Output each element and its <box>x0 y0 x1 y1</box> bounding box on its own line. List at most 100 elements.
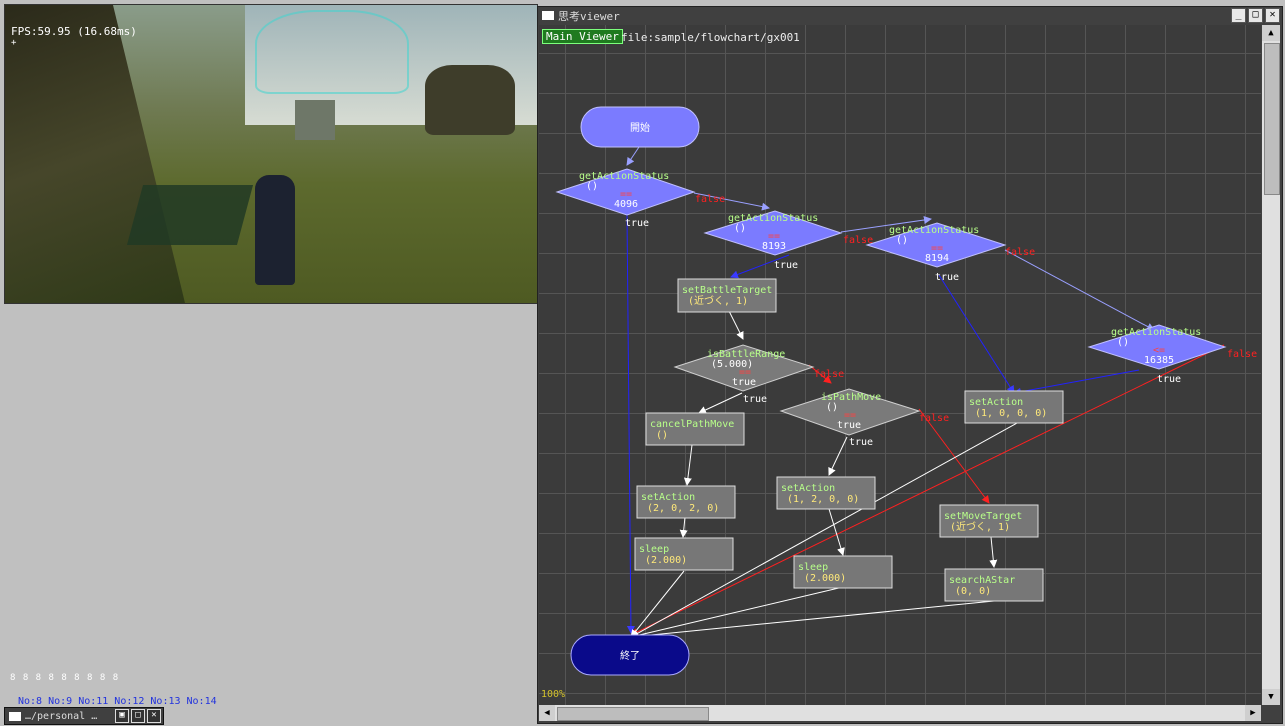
action-args: (近づく, 1) <box>688 294 748 307</box>
flowchart: 開始 終了 getActionStatus () == 4096 true fa… <box>555 106 1257 676</box>
decision-value: 8193 <box>762 241 786 252</box>
true-label: true <box>849 437 873 448</box>
decision-node-3[interactable]: getActionStatus () == 8194 true false <box>865 222 1035 283</box>
action-function: setAction <box>781 483 835 494</box>
viewer-titlebar[interactable]: 思考viewer _ □ ✕ <box>538 7 1282 24</box>
action-args: (2, 0, 2, 0) <box>647 503 719 514</box>
main-viewer-button[interactable]: Main Viewer <box>542 29 623 44</box>
fps-counter: FPS:59.95 (16.68ms) <box>11 25 137 38</box>
decision-args: () <box>896 235 908 246</box>
action-node-9[interactable]: searchAStar (0, 0) <box>944 568 1044 602</box>
false-label: false <box>1005 247 1035 258</box>
decision-node-4[interactable]: getActionStatus () <= 16385 true false <box>1087 324 1257 385</box>
decision-node-5[interactable]: isBattleRange (5.000) == true true false <box>673 344 844 405</box>
decision-args: () <box>734 223 746 234</box>
action-node-4[interactable]: sleep (2.000) <box>634 537 734 571</box>
start-node[interactable]: 開始 <box>580 106 700 148</box>
true-label: true <box>774 260 798 271</box>
game-hologram <box>255 10 409 94</box>
false-label: false <box>1227 349 1257 360</box>
decision-value: 4096 <box>614 199 638 210</box>
decision-args: () <box>586 181 598 192</box>
counter-label: No:8 <box>18 696 43 707</box>
game-rock <box>425 65 515 135</box>
action-args: (0, 0) <box>955 586 991 597</box>
action-args: (1, 2, 0, 0) <box>787 494 859 505</box>
start-label: 開始 <box>630 121 650 134</box>
game-character <box>255 175 295 285</box>
true-label: true <box>743 394 767 405</box>
maximize-button[interactable]: □ <box>1248 8 1263 23</box>
action-args: (1, 0, 0, 0) <box>975 408 1047 419</box>
end-node[interactable]: 終了 <box>570 634 690 676</box>
false-label: false <box>814 369 844 380</box>
action-function: setAction <box>969 397 1023 408</box>
false-label: false <box>695 194 725 205</box>
decision-node-6[interactable]: isPathMove () == true true false <box>779 388 949 448</box>
true-label: true <box>935 272 959 283</box>
minimize-button[interactable]: _ <box>1231 8 1246 23</box>
decision-value: true <box>837 420 861 431</box>
false-label: false <box>919 413 949 424</box>
decision-args: () <box>1117 337 1129 348</box>
action-function: sleep <box>639 544 669 555</box>
true-label: true <box>1157 374 1181 385</box>
action-node-2[interactable]: cancelPathMove () <box>645 412 745 446</box>
decision-value: true <box>732 377 756 388</box>
decision-value: 8194 <box>925 253 949 264</box>
counter-label: No:14 <box>186 696 217 707</box>
action-function: sleep <box>798 562 828 573</box>
flowchart-viewer-window: 思考viewer _ □ ✕ 開始 終了 getActionStatus () … <box>537 6 1283 724</box>
action-function: setMoveTarget <box>944 511 1022 522</box>
decision-args: () <box>826 402 838 413</box>
flowchart-canvas[interactable]: 開始 終了 getActionStatus () == 4096 true fa… <box>539 25 1261 705</box>
minimized-window-bar[interactable]: …/personal … ▣ □ ✕ <box>4 707 164 725</box>
horizontal-scrollbar[interactable]: ◀ ▶ <box>539 705 1261 721</box>
scroll-right-icon[interactable]: ▶ <box>1245 705 1261 721</box>
debug-dots: 8 8 8 8 8 8 8 8 8 <box>10 673 120 683</box>
action-args: (2.000) <box>804 573 846 584</box>
action-node-5[interactable]: setAction (1, 2, 0, 0) <box>776 476 876 510</box>
maximize-button[interactable]: □ <box>131 709 145 723</box>
action-node-8[interactable]: setMoveTarget (近づく, 1) <box>939 504 1039 538</box>
decision-node-1[interactable]: getActionStatus () == 4096 true false <box>555 168 725 229</box>
action-function: cancelPathMove <box>650 419 734 430</box>
decision-node-2[interactable]: getActionStatus () == 8193 true false <box>703 210 873 271</box>
action-args: (2.000) <box>645 555 687 566</box>
horizontal-scroll-thumb[interactable] <box>557 707 709 721</box>
file-path-label: file:sample/flowchart/gx001 <box>621 31 800 44</box>
close-button[interactable]: ✕ <box>147 709 161 723</box>
counter-label: No:13 <box>150 696 181 707</box>
counter-label: No:9 <box>48 696 73 707</box>
counter-label: No:11 <box>78 696 109 707</box>
scroll-up-icon[interactable]: ▲ <box>1262 25 1280 41</box>
action-node-3[interactable]: setAction (2, 0, 2, 0) <box>636 485 736 519</box>
game-monolith <box>295 100 335 140</box>
window-icon <box>9 711 21 721</box>
true-label: true <box>625 218 649 229</box>
fps-sub-marker: + <box>11 38 17 48</box>
game-cliff <box>5 5 185 303</box>
vertical-scrollbar[interactable]: ▲ ▼ <box>1262 25 1280 705</box>
action-node-6[interactable]: sleep (2.000) <box>793 555 893 589</box>
counter-labels: No:8 No:9 No:11 No:12 No:13 No:14 <box>18 696 217 707</box>
action-args: () <box>656 430 668 441</box>
minimized-window-title: …/personal … <box>25 710 98 722</box>
decision-value: 16385 <box>1144 355 1174 366</box>
counter-label: No:12 <box>114 696 145 707</box>
action-node-7[interactable]: setAction (1, 0, 0, 0) <box>964 390 1064 424</box>
vertical-scroll-thumb[interactable] <box>1264 43 1280 195</box>
viewer-title: 思考viewer <box>558 9 620 23</box>
end-label: 終了 <box>620 649 640 662</box>
scroll-down-icon[interactable]: ▼ <box>1262 689 1280 705</box>
action-function: setAction <box>641 492 695 503</box>
action-node-1[interactable]: setBattleTarget (近づく, 1) <box>677 278 777 313</box>
window-icon <box>542 11 554 20</box>
action-function: setBattleTarget <box>682 285 772 296</box>
restore-button[interactable]: ▣ <box>115 709 129 723</box>
close-button[interactable]: ✕ <box>1265 8 1280 23</box>
game-slab <box>126 185 254 245</box>
zoom-level: 100% <box>541 689 566 700</box>
action-args: (近づく, 1) <box>950 520 1010 533</box>
scroll-left-icon[interactable]: ◀ <box>539 705 555 721</box>
